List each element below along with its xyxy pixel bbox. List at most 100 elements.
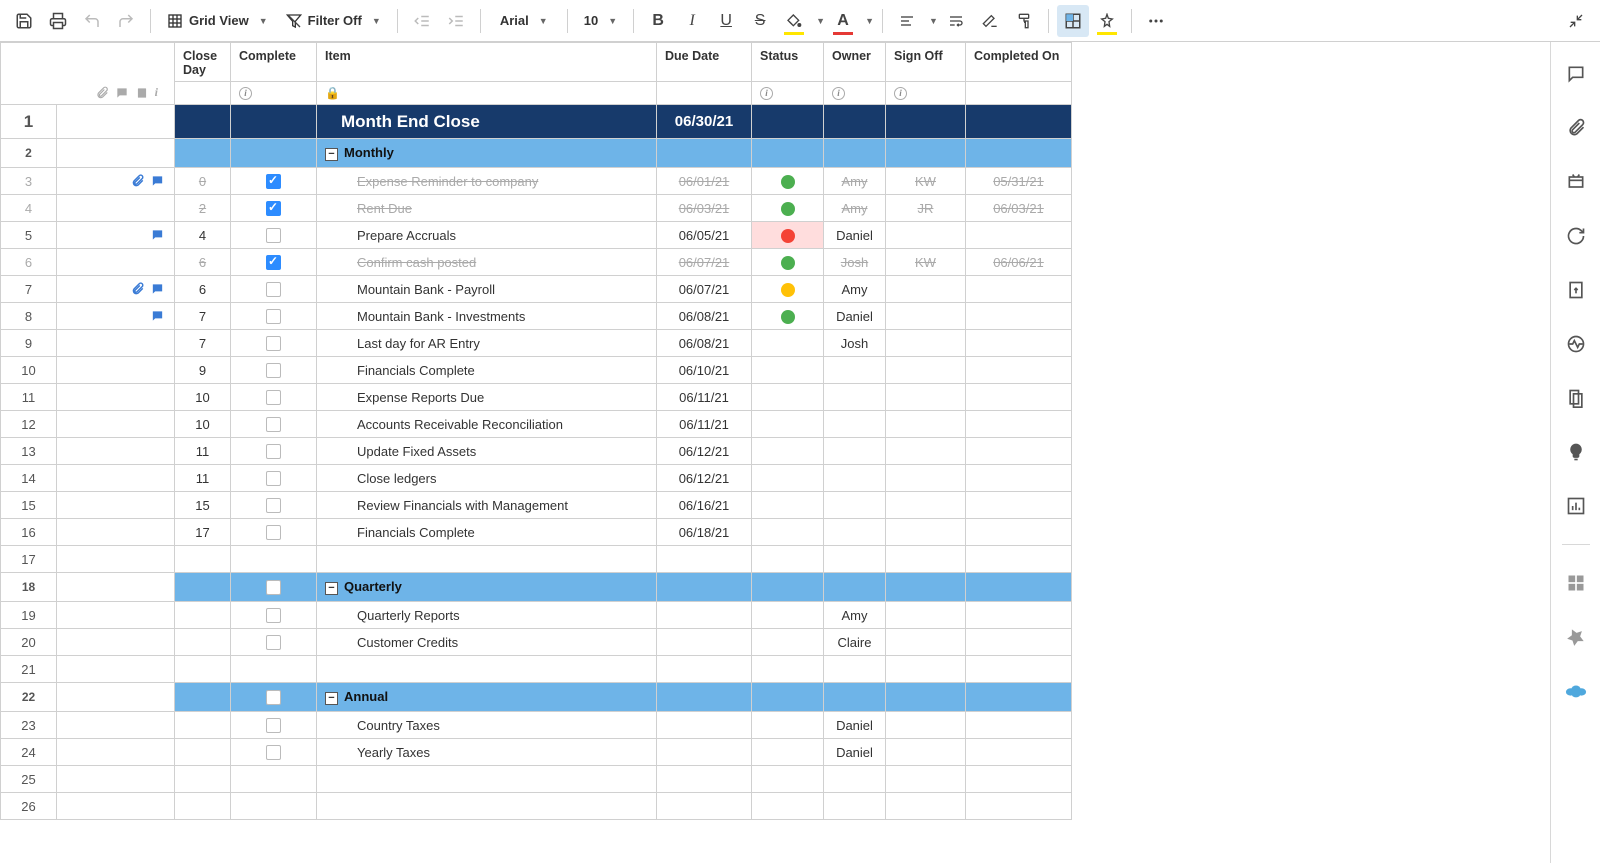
col-header-duedate[interactable]: Due Date (657, 43, 752, 82)
checkbox[interactable] (266, 390, 281, 405)
strikethrough-icon[interactable]: S (744, 5, 776, 37)
filter-button[interactable]: Filter Off ▼ (278, 5, 389, 37)
undo-icon[interactable] (76, 5, 108, 37)
table-row[interactable]: 14 11 Close ledgers 06/12/21 (1, 465, 1072, 492)
collapse-toggle-icon[interactable]: − (325, 692, 338, 705)
text-color-button[interactable]: A (827, 5, 859, 37)
table-row[interactable]: 3 0 Expense Reminder to company 06/01/21… (1, 168, 1072, 195)
bold-icon[interactable]: B (642, 5, 674, 37)
highlight-icon[interactable] (1091, 5, 1123, 37)
checkbox[interactable] (266, 336, 281, 351)
conditional-format-icon[interactable] (1057, 5, 1089, 37)
clear-format-icon[interactable] (974, 5, 1006, 37)
proof-panel-icon[interactable] (1560, 166, 1592, 198)
table-row[interactable]: 20 Customer Credits Claire (1, 629, 1072, 656)
col-header-signoff[interactable]: Sign Off (886, 43, 966, 82)
checkbox[interactable] (266, 580, 281, 595)
update-requests-icon[interactable] (1560, 220, 1592, 252)
col-header-status[interactable]: Status (752, 43, 824, 82)
checkbox[interactable] (266, 718, 281, 733)
fill-color-button[interactable] (778, 5, 810, 37)
comment-icon[interactable] (150, 174, 166, 188)
align-button[interactable] (891, 5, 923, 37)
outdent-icon[interactable] (406, 5, 438, 37)
indent-icon[interactable] (440, 5, 472, 37)
table-row[interactable]: 17 (1, 546, 1072, 573)
save-icon[interactable] (8, 5, 40, 37)
col-header-owner[interactable]: Owner (824, 43, 886, 82)
table-row[interactable]: 15 15 Review Financials with Management … (1, 492, 1072, 519)
grid-view-button[interactable]: Grid View ▼ (159, 5, 276, 37)
table-row[interactable]: 24 Yearly Taxes Daniel (1, 739, 1072, 766)
wrap-text-icon[interactable] (940, 5, 972, 37)
section-row[interactable]: 18 −Quarterly (1, 573, 1072, 602)
salesforce-icon[interactable] (1560, 675, 1592, 707)
table-row[interactable]: 4 2 Rent Due 06/03/21 Amy JR 06/03/21 (1, 195, 1072, 222)
more-icon[interactable] (1140, 5, 1172, 37)
checkbox[interactable] (266, 690, 281, 705)
sheet-area[interactable]: i Close Day Complete Item Due Date Statu… (0, 42, 1550, 863)
table-row[interactable]: 16 17 Financials Complete 06/18/21 (1, 519, 1072, 546)
publish-icon[interactable] (1560, 274, 1592, 306)
checkbox[interactable] (266, 471, 281, 486)
checkbox[interactable] (266, 608, 281, 623)
table-row[interactable]: 11 10 Expense Reports Due 06/11/21 (1, 384, 1072, 411)
attachment-icon[interactable] (130, 282, 146, 296)
dashboard-panel-icon[interactable] (1560, 567, 1592, 599)
table-row[interactable]: 9 7 Last day for AR Entry 06/08/21 Josh (1, 330, 1072, 357)
checkbox[interactable] (266, 282, 281, 297)
checkbox[interactable] (266, 255, 281, 270)
chart-panel-icon[interactable] (1560, 490, 1592, 522)
table-row[interactable]: 19 Quarterly Reports Amy (1, 602, 1072, 629)
chevron-down-icon[interactable]: ▼ (929, 16, 938, 26)
table-row[interactable]: 23 Country Taxes Daniel (1, 712, 1072, 739)
font-size-select[interactable]: 10 ▼ (576, 5, 625, 37)
collapse-toggle-icon[interactable]: − (325, 148, 338, 161)
table-row[interactable]: 5 4 Prepare Accruals 06/05/21 Daniel (1, 222, 1072, 249)
summary-icon[interactable] (1560, 382, 1592, 414)
checkbox[interactable] (266, 363, 281, 378)
attachments-panel-icon[interactable] (1560, 112, 1592, 144)
chevron-down-icon[interactable]: ▼ (865, 16, 874, 26)
table-row[interactable]: 6 6 Confirm cash posted 06/07/21 Josh KW… (1, 249, 1072, 276)
brandfolder-icon[interactable] (1560, 621, 1592, 653)
attachment-icon[interactable] (130, 174, 146, 188)
table-row[interactable]: 26 (1, 793, 1072, 820)
checkbox[interactable] (266, 635, 281, 650)
tips-icon[interactable] (1560, 436, 1592, 468)
collapse-toggle-icon[interactable]: − (325, 582, 338, 595)
col-header-complete[interactable]: Complete (231, 43, 317, 82)
col-header-completedon[interactable]: Completed On (966, 43, 1072, 82)
underline-icon[interactable]: U (710, 5, 742, 37)
table-row[interactable]: 21 (1, 656, 1072, 683)
checkbox[interactable] (266, 745, 281, 760)
checkbox[interactable] (266, 525, 281, 540)
comment-icon[interactable] (150, 282, 166, 296)
print-icon[interactable] (42, 5, 74, 37)
comments-panel-icon[interactable] (1560, 58, 1592, 90)
checkbox[interactable] (266, 417, 281, 432)
checkbox[interactable] (266, 174, 281, 189)
checkbox[interactable] (266, 444, 281, 459)
collapse-toolbar-icon[interactable] (1560, 5, 1592, 37)
italic-icon[interactable]: I (676, 5, 708, 37)
table-row[interactable]: 13 11 Update Fixed Assets 06/12/21 (1, 438, 1072, 465)
redo-icon[interactable] (110, 5, 142, 37)
comment-icon[interactable] (150, 309, 166, 323)
font-select[interactable]: Arial ▼ (489, 5, 559, 37)
activity-log-icon[interactable] (1560, 328, 1592, 360)
comment-icon[interactable] (150, 228, 166, 242)
checkbox[interactable] (266, 309, 281, 324)
section-row[interactable]: 2 −Monthly (1, 139, 1072, 168)
table-row[interactable]: 10 9 Financials Complete 06/10/21 (1, 357, 1072, 384)
format-painter-icon[interactable] (1008, 5, 1040, 37)
table-row[interactable]: 8 7 Mountain Bank - Investments 06/08/21… (1, 303, 1072, 330)
col-header-closeday[interactable]: Close Day (175, 43, 231, 82)
checkbox[interactable] (266, 228, 281, 243)
table-row[interactable]: 12 10 Accounts Receivable Reconciliation… (1, 411, 1072, 438)
chevron-down-icon[interactable]: ▼ (816, 16, 825, 26)
section-row[interactable]: 22 −Annual (1, 683, 1072, 712)
checkbox[interactable] (266, 201, 281, 216)
table-row[interactable]: 7 6 Mountain Bank - Payroll 06/07/21 Amy (1, 276, 1072, 303)
table-row[interactable]: 25 (1, 766, 1072, 793)
